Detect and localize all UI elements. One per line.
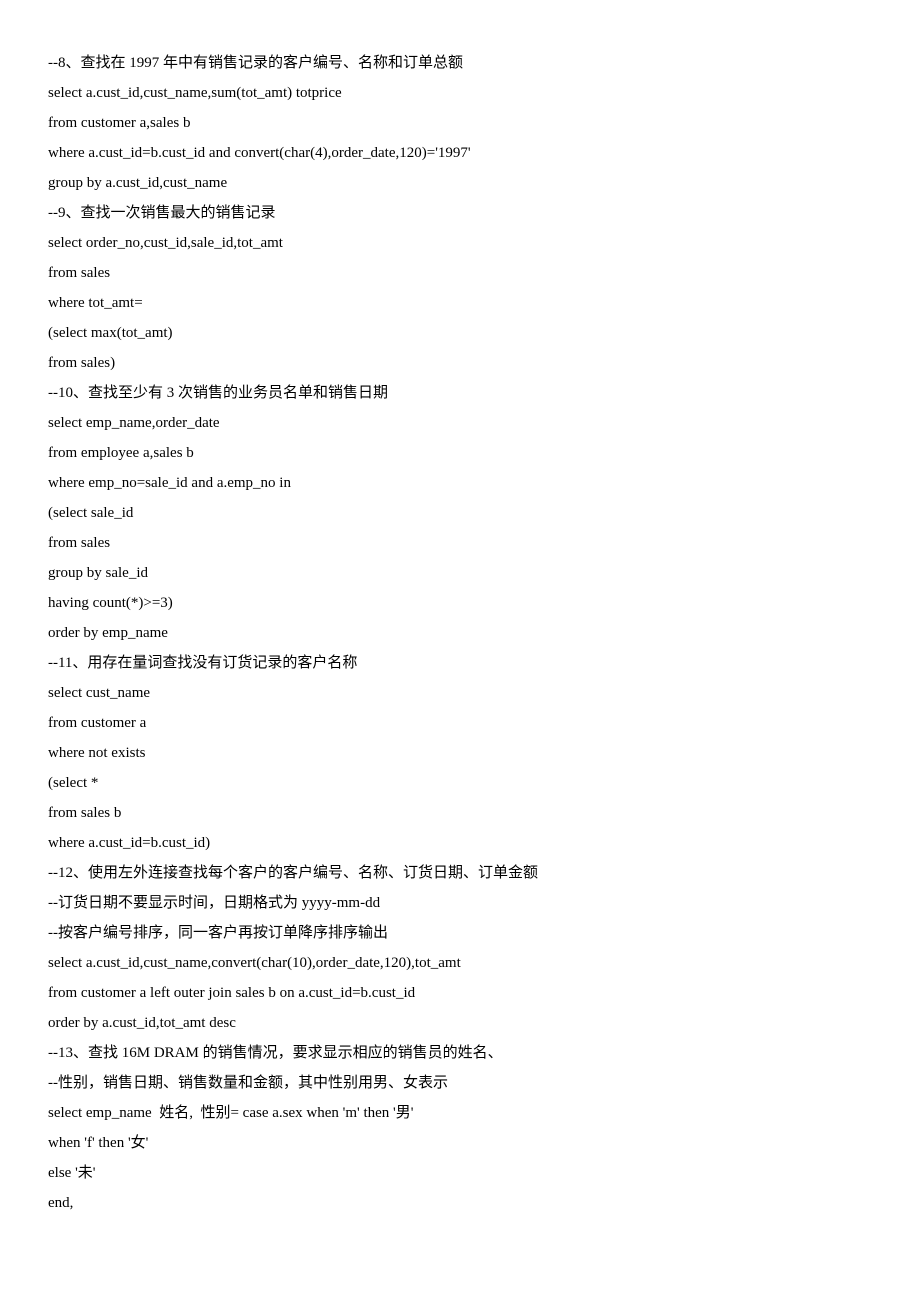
- code-line: from employee a,sales b: [48, 438, 872, 468]
- code-line: --10、查找至少有 3 次销售的业务员名单和销售日期: [48, 378, 872, 408]
- code-line: where emp_no=sale_id and a.emp_no in: [48, 468, 872, 498]
- code-line: group by sale_id: [48, 558, 872, 588]
- code-line: order by emp_name: [48, 618, 872, 648]
- code-line: from sales: [48, 528, 872, 558]
- code-line: --12、使用左外连接查找每个客户的客户编号、名称、订货日期、订单金额: [48, 858, 872, 888]
- code-line: where tot_amt=: [48, 288, 872, 318]
- code-line: (select sale_id: [48, 498, 872, 528]
- document-body: --8、查找在 1997 年中有销售记录的客户编号、名称和订单总额select …: [48, 48, 872, 1218]
- code-line: from sales b: [48, 798, 872, 828]
- code-line: from sales): [48, 348, 872, 378]
- code-line: --性别，销售日期、销售数量和金额，其中性别用男、女表示: [48, 1068, 872, 1098]
- code-line: having count(*)>=3): [48, 588, 872, 618]
- code-line: select cust_name: [48, 678, 872, 708]
- code-line: end,: [48, 1188, 872, 1218]
- code-line: select emp_name,order_date: [48, 408, 872, 438]
- code-line: (select *: [48, 768, 872, 798]
- code-line: order by a.cust_id,tot_amt desc: [48, 1008, 872, 1038]
- code-line: select order_no,cust_id,sale_id,tot_amt: [48, 228, 872, 258]
- code-line: where a.cust_id=b.cust_id): [48, 828, 872, 858]
- code-line: --9、查找一次销售最大的销售记录: [48, 198, 872, 228]
- code-line: --11、用存在量词查找没有订货记录的客户名称: [48, 648, 872, 678]
- code-line: from customer a left outer join sales b …: [48, 978, 872, 1008]
- code-line: group by a.cust_id,cust_name: [48, 168, 872, 198]
- code-line: --13、查找 16M DRAM 的销售情况，要求显示相应的销售员的姓名、: [48, 1038, 872, 1068]
- code-line: --按客户编号排序，同一客户再按订单降序排序输出: [48, 918, 872, 948]
- code-line: where not exists: [48, 738, 872, 768]
- code-line: select a.cust_id,cust_name,convert(char(…: [48, 948, 872, 978]
- code-line: --订货日期不要显示时间，日期格式为 yyyy-mm-dd: [48, 888, 872, 918]
- code-line: when 'f' then '女': [48, 1128, 872, 1158]
- code-line: select emp_name 姓名, 性别= case a.sex when …: [48, 1098, 872, 1128]
- code-line: from sales: [48, 258, 872, 288]
- code-line: from customer a: [48, 708, 872, 738]
- code-line: where a.cust_id=b.cust_id and convert(ch…: [48, 138, 872, 168]
- code-line: select a.cust_id,cust_name,sum(tot_amt) …: [48, 78, 872, 108]
- code-line: --8、查找在 1997 年中有销售记录的客户编号、名称和订单总额: [48, 48, 872, 78]
- code-line: (select max(tot_amt): [48, 318, 872, 348]
- code-line: else '未': [48, 1158, 872, 1188]
- code-line: from customer a,sales b: [48, 108, 872, 138]
